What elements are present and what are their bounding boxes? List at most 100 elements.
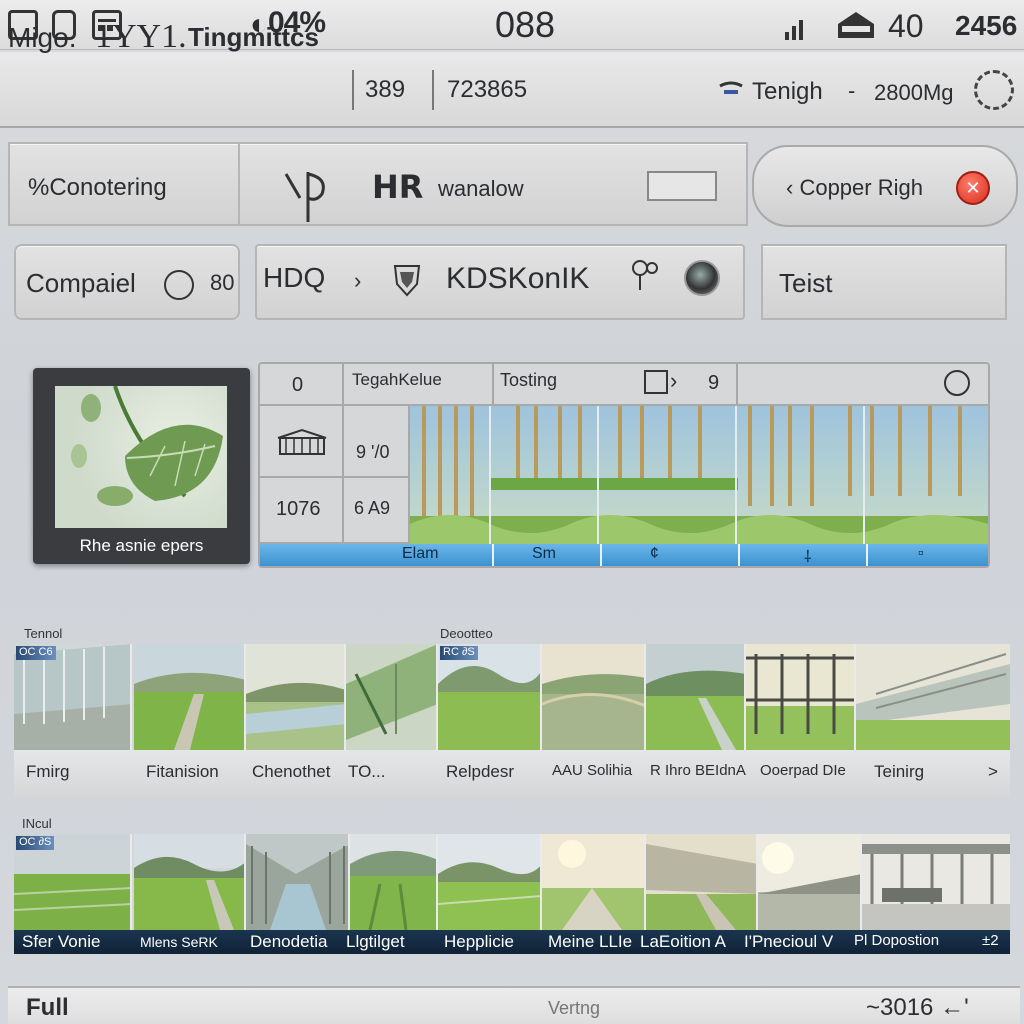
- thumbnail[interactable]: [542, 834, 646, 930]
- thumbnail[interactable]: [862, 834, 1010, 930]
- info-icon[interactable]: [944, 370, 970, 396]
- thumbnail[interactable]: [246, 834, 350, 930]
- media-grid: 0 TegahKelue Tosting › 9 9 '/0 1076 6 A9: [258, 362, 990, 568]
- thumbnail[interactable]: [646, 644, 746, 750]
- thumbnail-label[interactable]: Fitanision: [146, 762, 219, 782]
- thumbnail-label[interactable]: Denodetia: [250, 932, 328, 952]
- compare-count: 80: [210, 270, 235, 295]
- footer-label[interactable]: ▫: [918, 545, 924, 563]
- grid-header-cell: [738, 364, 988, 406]
- grid-cell: 6 A9: [344, 478, 410, 544]
- copper-label: ‹ Copper Righ: [786, 175, 923, 200]
- thumbnail-strip-1: OC C6 RC ∂S Fmirg Fitanision Chenothet T…: [14, 644, 1010, 798]
- home-icon[interactable]: [836, 10, 876, 40]
- thumbnail-label[interactable]: Hepplicie: [444, 932, 514, 952]
- thumbnail-label[interactable]: Meine LLIe: [548, 932, 632, 952]
- thumbnail[interactable]: [746, 644, 856, 750]
- footer-label[interactable]: Sm: [532, 545, 556, 563]
- grid-header-count: 9: [708, 372, 720, 394]
- thumbnail-label[interactable]: R Ihro BEIdnA: [650, 762, 746, 779]
- thumbnail[interactable]: [134, 834, 246, 930]
- thumbnail-label[interactable]: Teinirg: [874, 762, 924, 782]
- frame-icon: [644, 370, 668, 394]
- brand-logo-icon: [284, 172, 325, 222]
- header-value-1: 389: [365, 76, 406, 103]
- thumbnail-label[interactable]: Relpdesr: [446, 762, 514, 782]
- page-title: Tingmittcs: [188, 22, 319, 52]
- thumbnail-label[interactable]: TO...: [348, 762, 385, 782]
- divider: [432, 70, 434, 110]
- control-label[interactable]: Tenigh: [752, 78, 823, 106]
- divider: [352, 70, 354, 110]
- thumbnail-label[interactable]: Mlens SeRK: [140, 934, 218, 950]
- chevron-right-icon[interactable]: >: [988, 762, 998, 782]
- smile-icon: [164, 270, 194, 300]
- preview-card[interactable]: Rhe asnie epers: [33, 368, 250, 564]
- thumbnail-strip-2: OC ∂S Sfer Vonie Mlens SeRK Denodetia Ll…: [14, 834, 1010, 956]
- copper-button[interactable]: ‹ Copper Righ ✕: [752, 145, 1018, 227]
- breadcrumb-root[interactable]: HDQ: [263, 262, 325, 294]
- thumbnail[interactable]: [134, 644, 246, 750]
- grid-row-icon-cell[interactable]: [260, 406, 344, 478]
- header-value-2: 723865: [447, 76, 528, 103]
- connecting-label: %Conotering: [28, 174, 167, 201]
- tag-badge: OC C6: [16, 646, 56, 660]
- grid-cell: 9 '/0: [344, 406, 410, 478]
- thumbnail-label[interactable]: AAU Solihia: [552, 762, 632, 779]
- thumbnail[interactable]: [346, 644, 438, 750]
- tag-badge: OC ∂S: [16, 836, 55, 850]
- strip-2-labels: Sfer Vonie Mlens SeRK Denodetia Llgtilge…: [14, 930, 1010, 954]
- level-indicator: 40: [888, 8, 924, 44]
- thumbnail[interactable]: [758, 834, 862, 930]
- footer-label[interactable]: ⸸: [804, 545, 812, 567]
- compare-button[interactable]: Compaiel 80: [14, 244, 240, 320]
- alert-icon: ✕: [956, 171, 990, 205]
- thumbnail[interactable]: [856, 644, 1010, 750]
- key-icon[interactable]: [628, 256, 664, 294]
- connecting-button[interactable]: %Conotering: [8, 142, 240, 226]
- brand-name: HR: [372, 168, 424, 206]
- thumbnail-label[interactable]: I'Pnecioul V: [744, 932, 833, 952]
- thumbnail-label[interactable]: Llgtilget: [346, 932, 405, 952]
- breadcrumb-current[interactable]: KDSKonIK: [446, 262, 589, 296]
- grid-footer: Elam Sm ¢ ⸸ ▫: [260, 544, 988, 566]
- thumbnail-label[interactable]: Chenothet: [252, 762, 330, 782]
- thumbnail[interactable]: [438, 834, 542, 930]
- record-button-icon[interactable]: [684, 260, 720, 296]
- thumbnail[interactable]: [350, 834, 438, 930]
- footer-label[interactable]: ¢: [650, 545, 659, 563]
- test-button[interactable]: Teist: [761, 244, 1007, 320]
- thumbnail-label[interactable]: Sfer Vonie: [22, 932, 100, 952]
- thumbnail-label[interactable]: LaEoition A: [640, 932, 726, 952]
- forest-thumbnails[interactable]: [410, 406, 988, 544]
- thumbnail[interactable]: [246, 644, 346, 750]
- toggle-icon[interactable]: [718, 80, 744, 100]
- app-name: Migo.: [8, 22, 77, 53]
- thumbnail[interactable]: [542, 644, 646, 750]
- grid-header-cell[interactable]: 0: [260, 364, 344, 406]
- brand-subtitle: wanalow: [438, 176, 524, 201]
- more-icon[interactable]: ±2: [982, 932, 999, 949]
- control-value: 2800Mg: [874, 80, 954, 105]
- thumbnail-label[interactable]: Ooerpad DIe: [760, 762, 846, 779]
- footer-label[interactable]: Elam: [402, 545, 438, 563]
- thumbnail[interactable]: [646, 834, 758, 930]
- thumbnail-label[interactable]: Pl Dopostion: [854, 932, 939, 949]
- grid-cell: 1076: [260, 478, 344, 544]
- grid-header-cell[interactable]: Tosting › 9: [494, 364, 738, 406]
- section-label: INcul: [22, 816, 52, 831]
- strip-1-labels: Fmirg Fitanision Chenothet TO... Relpdes…: [14, 750, 1010, 798]
- section-label: Tennol: [24, 626, 63, 641]
- brand-input-field[interactable]: [647, 171, 717, 201]
- view-mode-label[interactable]: Full: [26, 994, 69, 1022]
- tag-badge: RC ∂S: [440, 646, 478, 660]
- thumbnail-label[interactable]: Fmirg: [26, 762, 69, 782]
- status-extra: 2456: [955, 10, 1018, 41]
- house-icon: [277, 428, 327, 455]
- loading-spinner-icon[interactable]: [974, 70, 1014, 110]
- chevron-right-icon: ›: [670, 368, 678, 393]
- signal-icon: [785, 18, 807, 40]
- grid-header-cell[interactable]: TegahKelue: [344, 364, 494, 406]
- test-label: Teist: [779, 268, 833, 298]
- page-counter[interactable]: ~3016 ←': [866, 994, 969, 1022]
